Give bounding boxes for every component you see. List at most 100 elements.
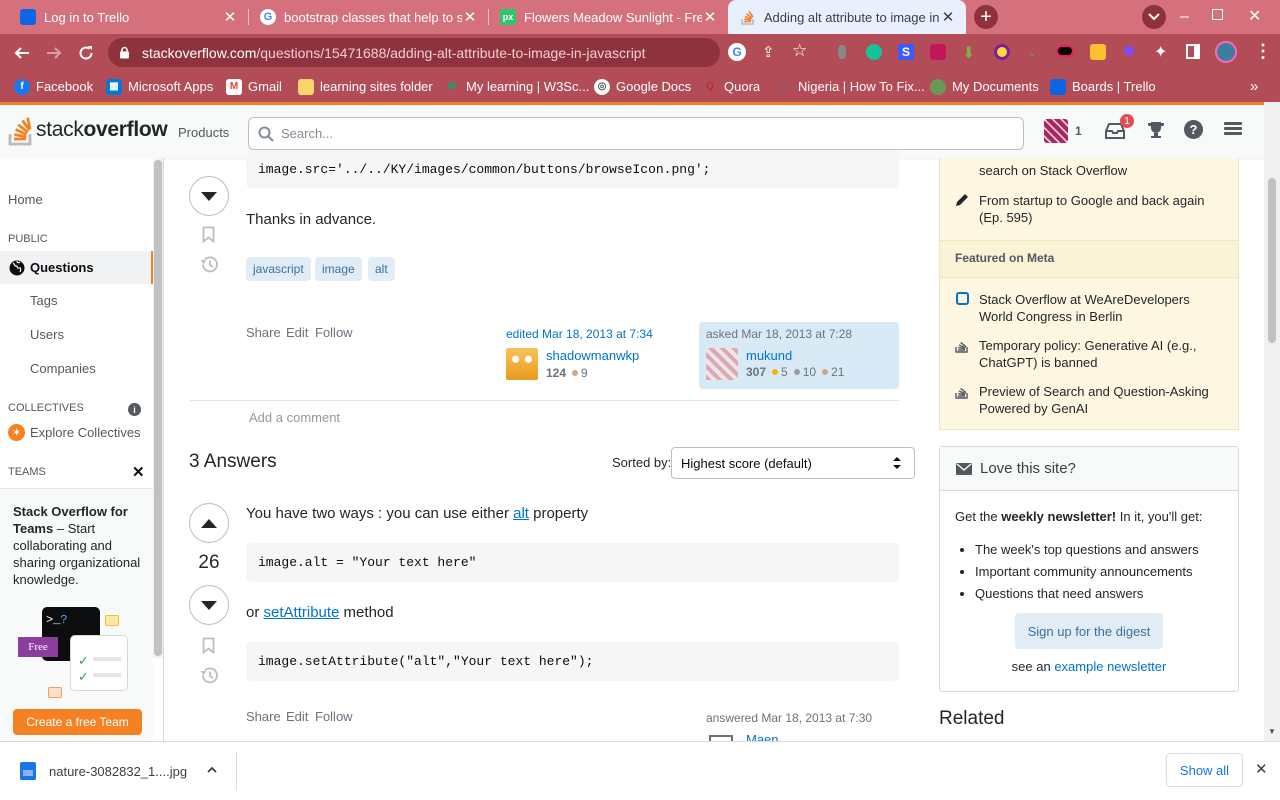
bookmark-nigeria[interactable]: ~ Nigeria | How To Fix...: [776, 71, 925, 102]
answer-follow-link[interactable]: Follow: [315, 709, 353, 724]
bookmark-google-docs[interactable]: ◎ Google Docs: [594, 71, 691, 102]
asker-name[interactable]: mukund: [746, 348, 792, 363]
bookmark-star-icon[interactable]: ☆: [792, 41, 807, 61]
answerer-name[interactable]: Maen: [746, 733, 779, 741]
google-lens-icon[interactable]: G: [728, 43, 746, 61]
answer-downvote-button[interactable]: [189, 585, 229, 625]
meta-item-2[interactable]: Temporary policy: Generative AI (e.g., C…: [979, 337, 1219, 371]
achievements-button[interactable]: [1146, 120, 1166, 140]
blog-item-2[interactable]: From startup to Google and back again (E…: [979, 192, 1219, 226]
url-input[interactable]: stackoverflow.com/questions/15471688/add…: [108, 38, 720, 67]
extension-red-icon[interactable]: [930, 44, 946, 60]
glasses-icon[interactable]: [1056, 45, 1074, 57]
minimize-button[interactable]: –: [1180, 8, 1189, 26]
nav-tags[interactable]: Tags: [30, 293, 57, 308]
close-tab-icon[interactable]: ✕: [222, 8, 238, 26]
nav-home[interactable]: Home: [8, 192, 43, 207]
restore-button[interactable]: [1212, 9, 1223, 20]
tab-bootstrap[interactable]: G bootstrap classes that help to sp... ✕: [248, 0, 488, 34]
alt-link[interactable]: alt: [513, 505, 529, 522]
add-comment-link[interactable]: Add a comment: [249, 410, 340, 425]
color-picker-icon[interactable]: [994, 44, 1010, 60]
close-tab-icon[interactable]: ✕: [702, 8, 718, 26]
question-edit-link[interactable]: Edit: [286, 325, 308, 340]
note-icon[interactable]: [1090, 44, 1106, 60]
editor-name[interactable]: shadowmanwkp: [546, 348, 639, 363]
answer-edit-link[interactable]: Edit: [286, 709, 308, 724]
products-link[interactable]: Products: [178, 125, 229, 140]
answer-upvote-button[interactable]: [189, 503, 229, 543]
left-scrollbar[interactable]: [153, 158, 163, 658]
bookmark-quora[interactable]: Q Quora: [702, 71, 760, 102]
question-follow-link[interactable]: Follow: [315, 325, 353, 340]
setattribute-link[interactable]: setAttribute: [264, 604, 340, 621]
question-history-button[interactable]: [199, 255, 219, 274]
tag-javascript[interactable]: javascript: [246, 257, 311, 281]
scrollbar-thumb[interactable]: [1268, 178, 1276, 343]
sort-select[interactable]: Highest score (default): [671, 447, 915, 479]
info-icon[interactable]: i: [128, 403, 141, 416]
nav-explore-collectives[interactable]: ✶ Explore Collectives: [8, 424, 141, 441]
s-extension-icon[interactable]: S: [898, 44, 914, 60]
dash-icon[interactable]: ⌄: [1028, 46, 1037, 59]
nav-questions[interactable]: Questions: [0, 251, 154, 284]
nav-companies[interactable]: Companies: [30, 361, 96, 376]
signup-digest-button[interactable]: Sign up for the digest: [1015, 613, 1163, 649]
user-profile[interactable]: 1: [1044, 119, 1082, 143]
example-newsletter-link[interactable]: example newsletter: [1054, 659, 1166, 674]
edited-timestamp[interactable]: edited Mar 18, 2013 at 7:34: [506, 327, 653, 341]
so-logo[interactable]: stackoverflow: [8, 114, 168, 146]
kebab-menu-icon[interactable]: ⋮: [1254, 41, 1272, 62]
bookmark-my-documents[interactable]: My Documents: [930, 71, 1039, 102]
tab-stackoverflow[interactable]: Adding alt attribute to image in j... ✕: [728, 0, 966, 34]
grammarly-icon[interactable]: [866, 44, 882, 60]
site-switcher-button[interactable]: [1224, 122, 1242, 138]
help-icon[interactable]: ?: [1184, 120, 1203, 139]
close-downloads-icon[interactable]: ✕: [1255, 760, 1268, 778]
download-item[interactable]: nature-3082832_1....jpg: [0, 742, 236, 800]
search-input[interactable]: Search...: [248, 117, 1024, 150]
question-downvote-button[interactable]: [189, 176, 229, 216]
question-bookmark-button[interactable]: [202, 226, 215, 243]
extension-icon[interactable]: [838, 45, 846, 59]
gear-extension-icon[interactable]: ✹: [1122, 42, 1136, 62]
back-button[interactable]: [8, 34, 36, 71]
tag-image[interactable]: image: [315, 257, 362, 281]
asker-avatar[interactable]: [706, 348, 738, 380]
answer-history-button[interactable]: [199, 666, 219, 685]
answer-bookmark-button[interactable]: [202, 637, 215, 654]
close-tab-icon[interactable]: ✕: [940, 8, 956, 26]
bookmarks-overflow-icon[interactable]: »: [1250, 71, 1258, 102]
question-share-link[interactable]: Share: [246, 325, 281, 340]
nav-users[interactable]: Users: [30, 327, 64, 342]
forward-button[interactable]: [40, 34, 68, 71]
editor-avatar[interactable]: [506, 348, 538, 380]
answer-share-link[interactable]: Share: [246, 709, 281, 724]
reload-button[interactable]: [72, 34, 100, 71]
bookmark-facebook[interactable]: f Facebook: [14, 71, 93, 102]
inbox-button[interactable]: 1: [1104, 114, 1134, 140]
bookmark-microsoft-apps[interactable]: ▦ Microsoft Apps: [106, 71, 213, 102]
scroll-down-arrow[interactable]: ▼: [1268, 727, 1276, 736]
tag-alt[interactable]: alt: [368, 257, 395, 281]
close-window-button[interactable]: ✕: [1248, 6, 1261, 26]
bookmark-gmail[interactable]: M Gmail: [226, 71, 282, 102]
puzzle-icon[interactable]: ✦: [1154, 42, 1167, 62]
tab-trello[interactable]: Log in to Trello ✕: [8, 0, 248, 34]
page-scrollbar[interactable]: ▼: [1264, 102, 1280, 741]
meta-item-1[interactable]: Stack Overflow at WeAreDevelopers World …: [979, 291, 1219, 325]
bookmark-learning-folder[interactable]: learning sites folder: [298, 71, 433, 102]
close-teams-icon[interactable]: ✕: [132, 463, 145, 481]
show-all-downloads-button[interactable]: Show all: [1166, 753, 1243, 787]
close-tab-icon[interactable]: ✕: [462, 8, 478, 26]
download-arrow-icon[interactable]: ⬇: [962, 43, 975, 63]
share-icon[interactable]: ⇪: [762, 43, 775, 61]
tab-pixabay[interactable]: px Flowers Meadow Sunlight - Free ✕: [488, 0, 728, 34]
sidepanel-icon[interactable]: [1186, 44, 1200, 59]
bookmark-w3schools[interactable]: W My learning | W3Sc...: [444, 71, 589, 102]
meta-item-3[interactable]: Preview of Search and Question-Asking Po…: [979, 383, 1219, 417]
blog-item-1[interactable]: search on Stack Overflow: [979, 162, 1219, 179]
new-tab-button[interactable]: +: [974, 5, 998, 29]
profile-avatar[interactable]: [1215, 41, 1237, 63]
tab-search-button[interactable]: [1142, 5, 1166, 29]
